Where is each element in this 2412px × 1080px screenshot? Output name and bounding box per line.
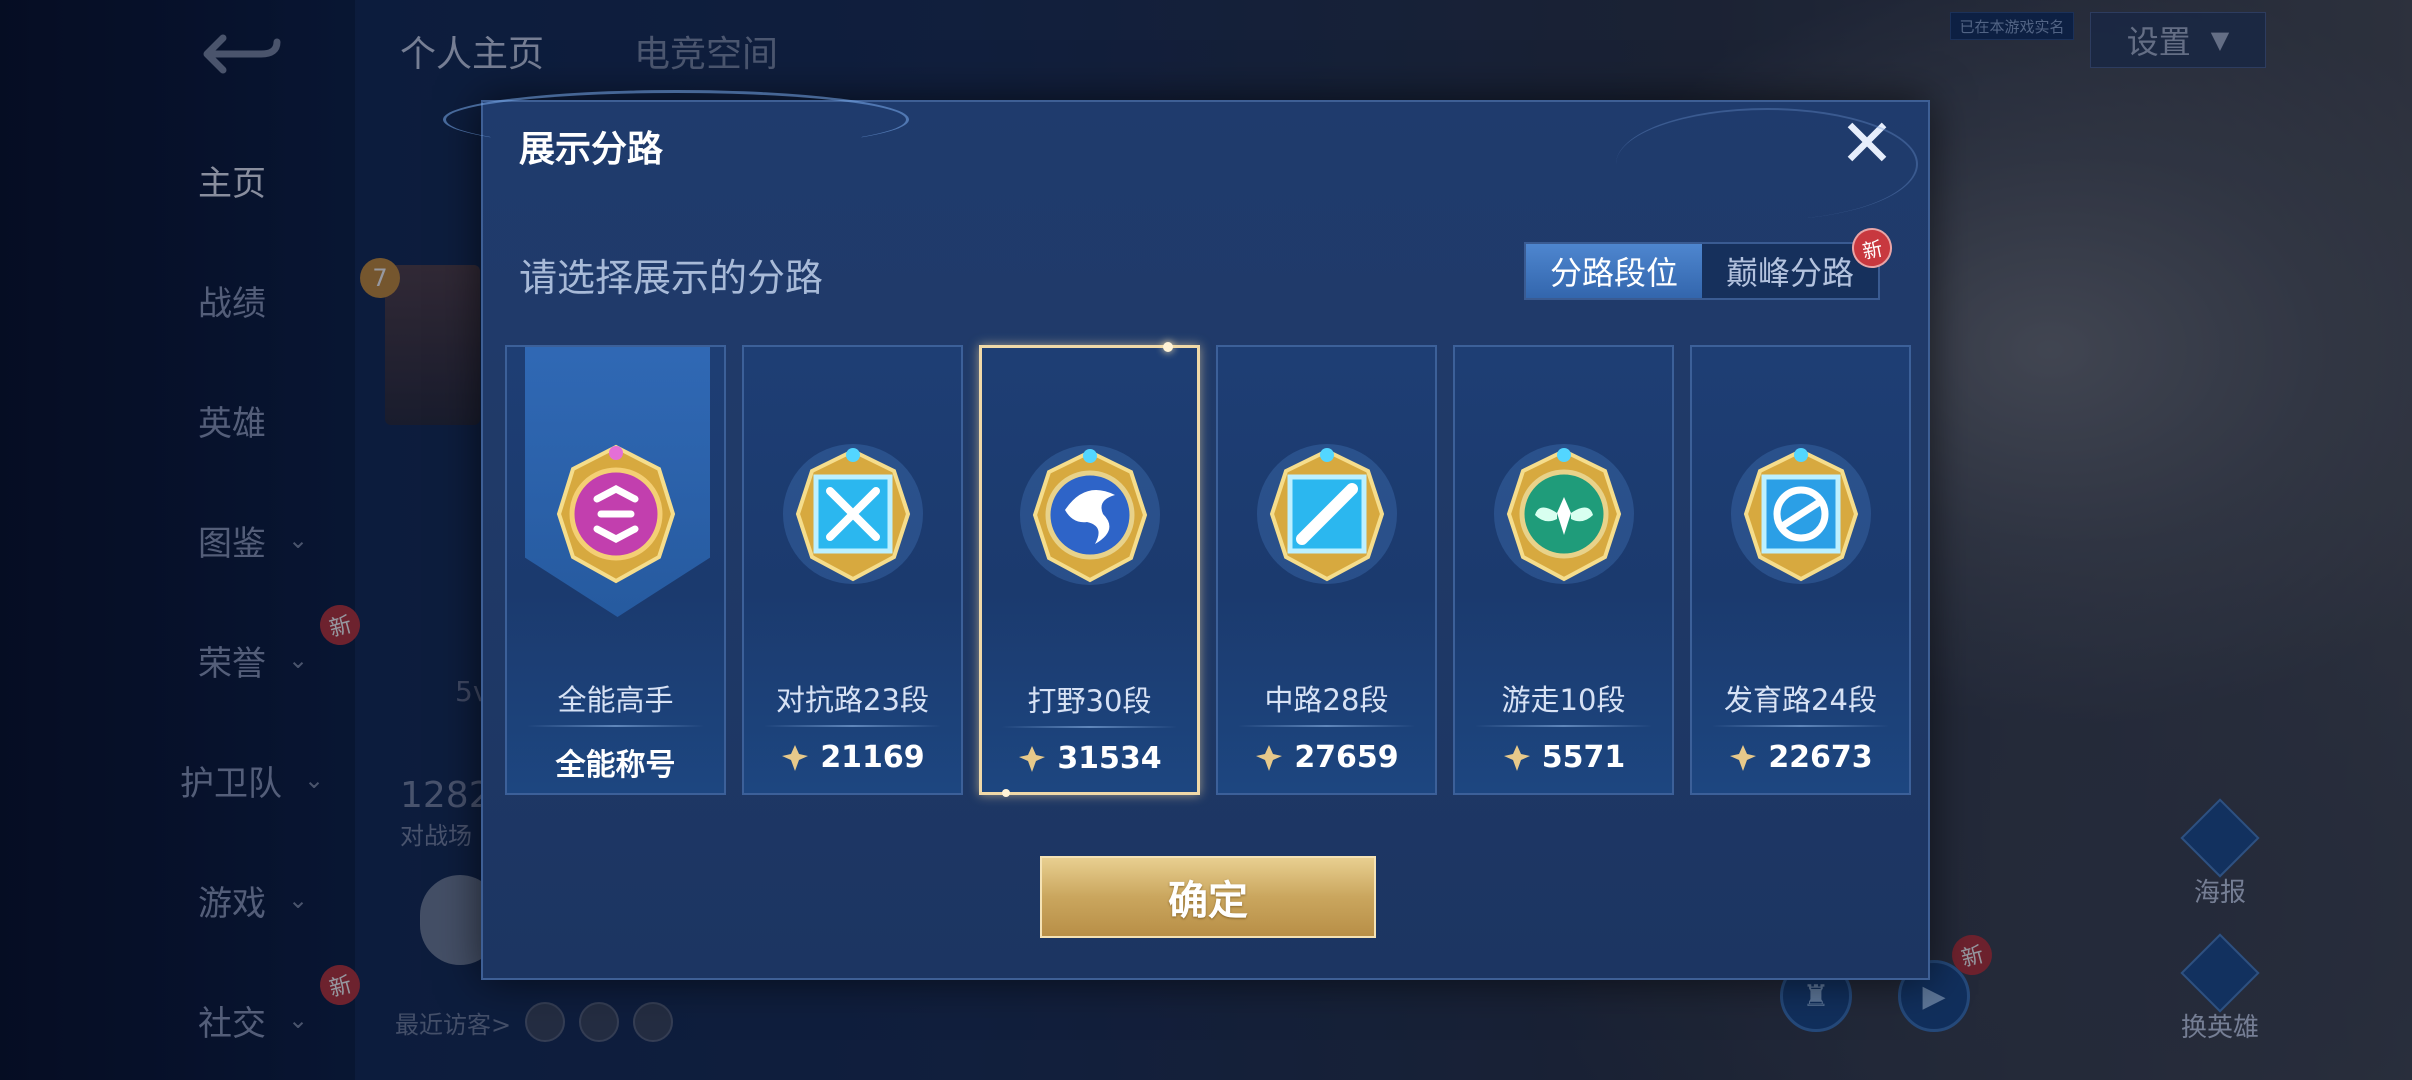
roam-wings-emblem-icon	[1493, 444, 1634, 584]
score-value: 21169	[820, 740, 925, 775]
card-divider	[1238, 725, 1415, 727]
close-button[interactable]: ✕	[1837, 111, 1897, 177]
score-value: 22673	[1768, 740, 1873, 775]
lane-card-clash[interactable]: 对抗路23段 21169	[742, 345, 963, 795]
all-round-emblem-icon	[556, 444, 675, 584]
card-divider	[527, 725, 704, 727]
power-score-icon	[782, 744, 809, 771]
card-divider	[1712, 725, 1889, 727]
card-title: 游走10段	[1501, 683, 1626, 717]
lane-card-jungle[interactable]: 打野30段 31534	[979, 342, 1200, 797]
dialog-subtitle: 请选择展示的分路	[519, 256, 824, 300]
card-score: 21169	[744, 740, 961, 775]
farm-lane-emblem-icon	[1730, 444, 1871, 584]
score-value: 31534	[1057, 741, 1162, 776]
card-score: 22673	[1692, 740, 1909, 775]
card-title: 全能高手	[557, 683, 674, 717]
toggle-lane-rank[interactable]: 分路段位	[1526, 244, 1703, 298]
clash-lane-emblem-icon	[782, 444, 923, 584]
mid-lane-emblem-icon	[1256, 444, 1397, 584]
card-divider	[764, 725, 941, 727]
power-score-icon	[1256, 744, 1283, 771]
card-score: 31534	[982, 741, 1197, 776]
corner-glow	[1002, 789, 1010, 797]
card-divider	[1002, 726, 1177, 728]
card-footer: 全能称号	[507, 740, 724, 784]
jungle-dragon-emblem-icon	[1019, 445, 1160, 585]
score-value: 5571	[1541, 740, 1626, 775]
power-score-icon	[1503, 744, 1530, 771]
dialog-title: 展示分路	[519, 129, 664, 170]
card-footer-label: 全能称号	[555, 748, 676, 783]
score-value: 27659	[1294, 740, 1399, 775]
lane-card-farm[interactable]: 发育路24段 22673	[1690, 345, 1911, 795]
lane-card-roam[interactable]: 游走10段 5571	[1453, 345, 1674, 795]
power-score-icon	[1019, 745, 1046, 772]
card-score: 27659	[1218, 740, 1435, 775]
card-score: 5571	[1455, 740, 1672, 775]
card-title: 发育路24段	[1724, 683, 1877, 717]
corner-glow	[1163, 342, 1173, 352]
close-x-icon: ✕	[1839, 105, 1895, 182]
power-score-icon	[1730, 744, 1757, 771]
lane-mode-toggle: 分路段位 巅峰分路 新	[1524, 224, 1896, 300]
lane-card-list: 全能高手 全能称号 对抗路23段 21169 打野30段 31534 中路28段…	[505, 342, 1911, 797]
card-title: 打野30段	[1027, 684, 1152, 718]
card-divider	[1475, 725, 1652, 727]
lane-card-mid[interactable]: 中路28段 27659	[1216, 345, 1437, 795]
lane-card-all-round[interactable]: 全能高手 全能称号	[505, 345, 726, 795]
confirm-button[interactable]: 确定	[1040, 856, 1376, 938]
card-title: 对抗路23段	[776, 683, 929, 717]
lane-display-dialog: 展示分路 ✕ 请选择展示的分路 分路段位 巅峰分路 新 全能高手 全能称号 对抗…	[443, 90, 1930, 980]
card-title: 中路28段	[1264, 683, 1389, 717]
